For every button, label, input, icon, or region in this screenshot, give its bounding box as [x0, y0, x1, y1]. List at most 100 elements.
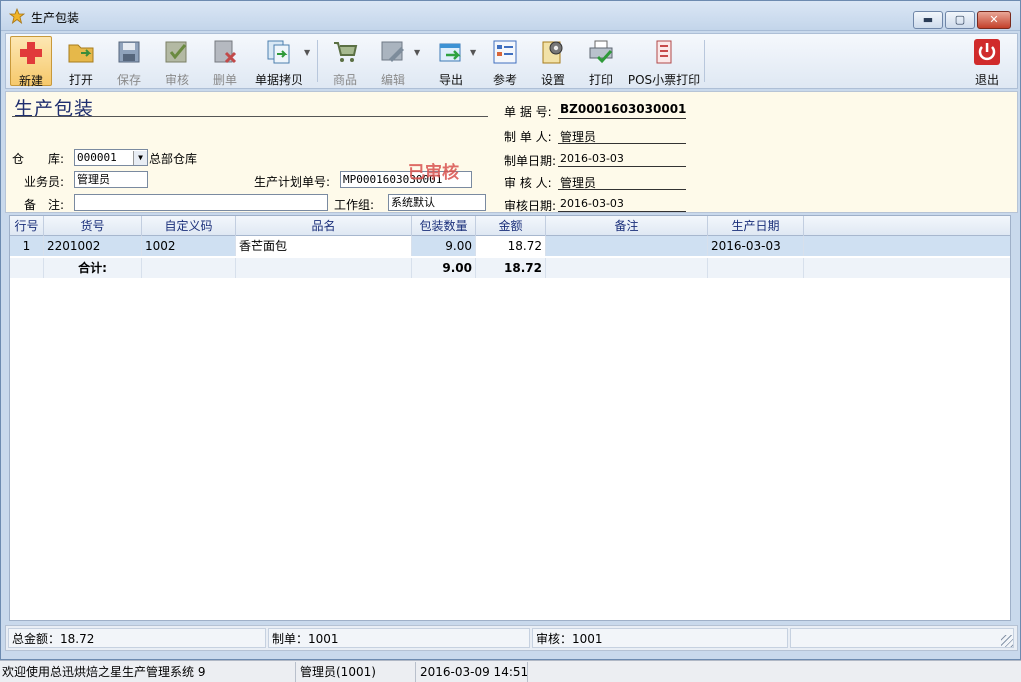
warehouse-label: 仓 库: [12, 152, 65, 166]
review-date-label: 审核日期: [504, 199, 557, 213]
grid-header: 行号 货号 自定义码 品名 包装数量 金额 备注 生产日期 [10, 216, 1010, 236]
chevron-down-icon[interactable]: ▼ [133, 151, 147, 165]
col-header-note[interactable]: 备注 [546, 216, 708, 236]
maker-label: 制 单 人: [504, 130, 552, 144]
cell-amount[interactable]: 18.72 [476, 236, 546, 256]
total-amount: 18.72 [476, 258, 546, 278]
total-cell-empty [236, 258, 412, 278]
review-date-value: 2016-03-03 [560, 197, 624, 210]
reviewer-label: 审 核 人: [504, 176, 552, 190]
doc-no-value: BZ0001603030001 [560, 102, 687, 116]
export-icon [437, 39, 465, 65]
edit-button[interactable]: 编辑 [370, 36, 416, 87]
window-title: 生产包装 [31, 11, 80, 25]
title-bar: 生产包装 ▬ ▢ ✕ [1, 1, 1020, 31]
summary-total-amount: 总金额：18.72 [8, 628, 266, 648]
star-icon [9, 8, 25, 24]
copy-icon [265, 39, 293, 65]
total-cell-empty [142, 258, 236, 278]
summary-bar: 总金额：18.72 制单：1001 审核：1001 [5, 625, 1018, 651]
toolbar-separator [704, 40, 705, 82]
approve-button[interactable]: 审核 [154, 36, 200, 87]
cell-line: 1 [10, 236, 44, 256]
cell-name[interactable]: 香芒面包 [236, 236, 412, 256]
status-user: 管理员(1001) [298, 662, 416, 682]
workgroup-field[interactable]: 系统默认 [388, 194, 486, 211]
col-header-line[interactable]: 行号 [10, 216, 44, 236]
approved-stamp: 已审核 [408, 163, 459, 183]
pos-receipt-print-button[interactable]: POS小票打印 [626, 36, 702, 87]
summary-empty [790, 628, 1014, 648]
total-qty: 9.00 [412, 258, 476, 278]
copy-dropdown-arrow[interactable]: ▼ [304, 48, 310, 57]
warehouse-name: 总部仓库 [149, 152, 198, 166]
settings-button[interactable]: 设置 [530, 36, 576, 87]
reference-button[interactable]: 参考 [482, 36, 528, 87]
edit-icon [379, 39, 407, 65]
cell-custom-code[interactable]: 1002 [142, 236, 236, 256]
workgroup-label: 工作组: [334, 198, 375, 212]
warehouse-select[interactable]: 000001 ▼ [74, 149, 148, 166]
print-button[interactable]: 打印 [578, 36, 624, 87]
open-button[interactable]: 打开 [58, 36, 104, 87]
cell-qty[interactable]: 9.00 [412, 236, 476, 256]
make-date-label: 制单日期: [504, 154, 557, 168]
underline [558, 211, 686, 212]
cell-sku[interactable]: 2201002 [44, 236, 142, 256]
maximize-button[interactable]: ▢ [945, 11, 975, 29]
col-header-name[interactable]: 品名 [236, 216, 412, 236]
col-header-custom-code[interactable]: 自定义码 [142, 216, 236, 236]
status-bar: 欢迎使用总迅烘焙之星生产管理系统 9 管理员(1001) 2016-03-09 … [0, 660, 1021, 682]
title-underline [12, 116, 488, 117]
resize-grip-icon[interactable] [1001, 635, 1013, 647]
save-icon [115, 39, 143, 65]
col-header-date[interactable]: 生产日期 [708, 216, 804, 236]
underline [558, 118, 686, 119]
doc-no-label: 单 据 号: [504, 105, 552, 119]
save-button[interactable]: 保存 [106, 36, 152, 87]
col-header-qty[interactable]: 包装数量 [412, 216, 476, 236]
close-button[interactable]: ✕ [977, 11, 1011, 29]
app-window: 生产包装 ▬ ▢ ✕ 新建 打开 保存 审核 删单 单据拷贝 ▼ 商品 编辑 ▼… [0, 0, 1021, 660]
toolbar-separator [317, 40, 318, 82]
total-cell-empty [546, 258, 708, 278]
notes-field[interactable] [74, 194, 328, 211]
delete-doc-icon [211, 39, 239, 65]
reference-icon [491, 39, 519, 65]
table-row[interactable]: 1 2201002 1002 香芒面包 9.00 18.72 2016-03-0… [10, 236, 1010, 256]
exit-button[interactable]: 退出 [966, 36, 1008, 87]
export-button[interactable]: 导出 [428, 36, 474, 87]
col-header-amount[interactable]: 金额 [476, 216, 546, 236]
cell-note[interactable] [546, 236, 708, 256]
status-datetime: 2016-03-09 14:51 [418, 662, 528, 682]
total-cell-empty [10, 258, 44, 278]
items-grid[interactable]: 行号 货号 自定义码 品名 包装数量 金额 备注 生产日期 1 2201002 … [9, 215, 1011, 621]
settings-icon [539, 39, 567, 65]
goods-button[interactable]: 商品 [322, 36, 368, 87]
receipt-print-icon [650, 39, 678, 65]
minimize-button[interactable]: ▬ [913, 11, 943, 29]
power-icon [973, 39, 1001, 65]
underline [558, 166, 686, 167]
salesperson-field[interactable]: 管理员 [74, 171, 148, 188]
summary-maker: 制单：1001 [268, 628, 530, 648]
make-date-value: 2016-03-03 [560, 152, 624, 165]
print-icon [587, 39, 615, 65]
salesperson-label: 业务员: [24, 175, 65, 189]
cell-date[interactable]: 2016-03-03 [708, 236, 804, 256]
total-label: 合计: [44, 258, 142, 278]
underline [558, 143, 686, 144]
new-button[interactable]: 新建 [10, 36, 52, 88]
delete-doc-button[interactable]: 删单 [202, 36, 248, 87]
total-cell-empty [708, 258, 804, 278]
plus-icon [17, 40, 45, 66]
edit-dropdown-arrow[interactable]: ▼ [414, 48, 420, 57]
notes-label: 备 注: [24, 198, 65, 212]
copy-doc-button[interactable]: 单据拷贝 [250, 36, 308, 87]
col-header-sku[interactable]: 货号 [44, 216, 142, 236]
cart-icon [331, 39, 359, 65]
folder-icon [67, 39, 95, 65]
summary-reviewer: 审核：1001 [532, 628, 788, 648]
export-dropdown-arrow[interactable]: ▼ [470, 48, 476, 57]
toolbar: 新建 打开 保存 审核 删单 单据拷贝 ▼ 商品 编辑 ▼ 导出 ▼ 参考 设置… [5, 33, 1018, 89]
